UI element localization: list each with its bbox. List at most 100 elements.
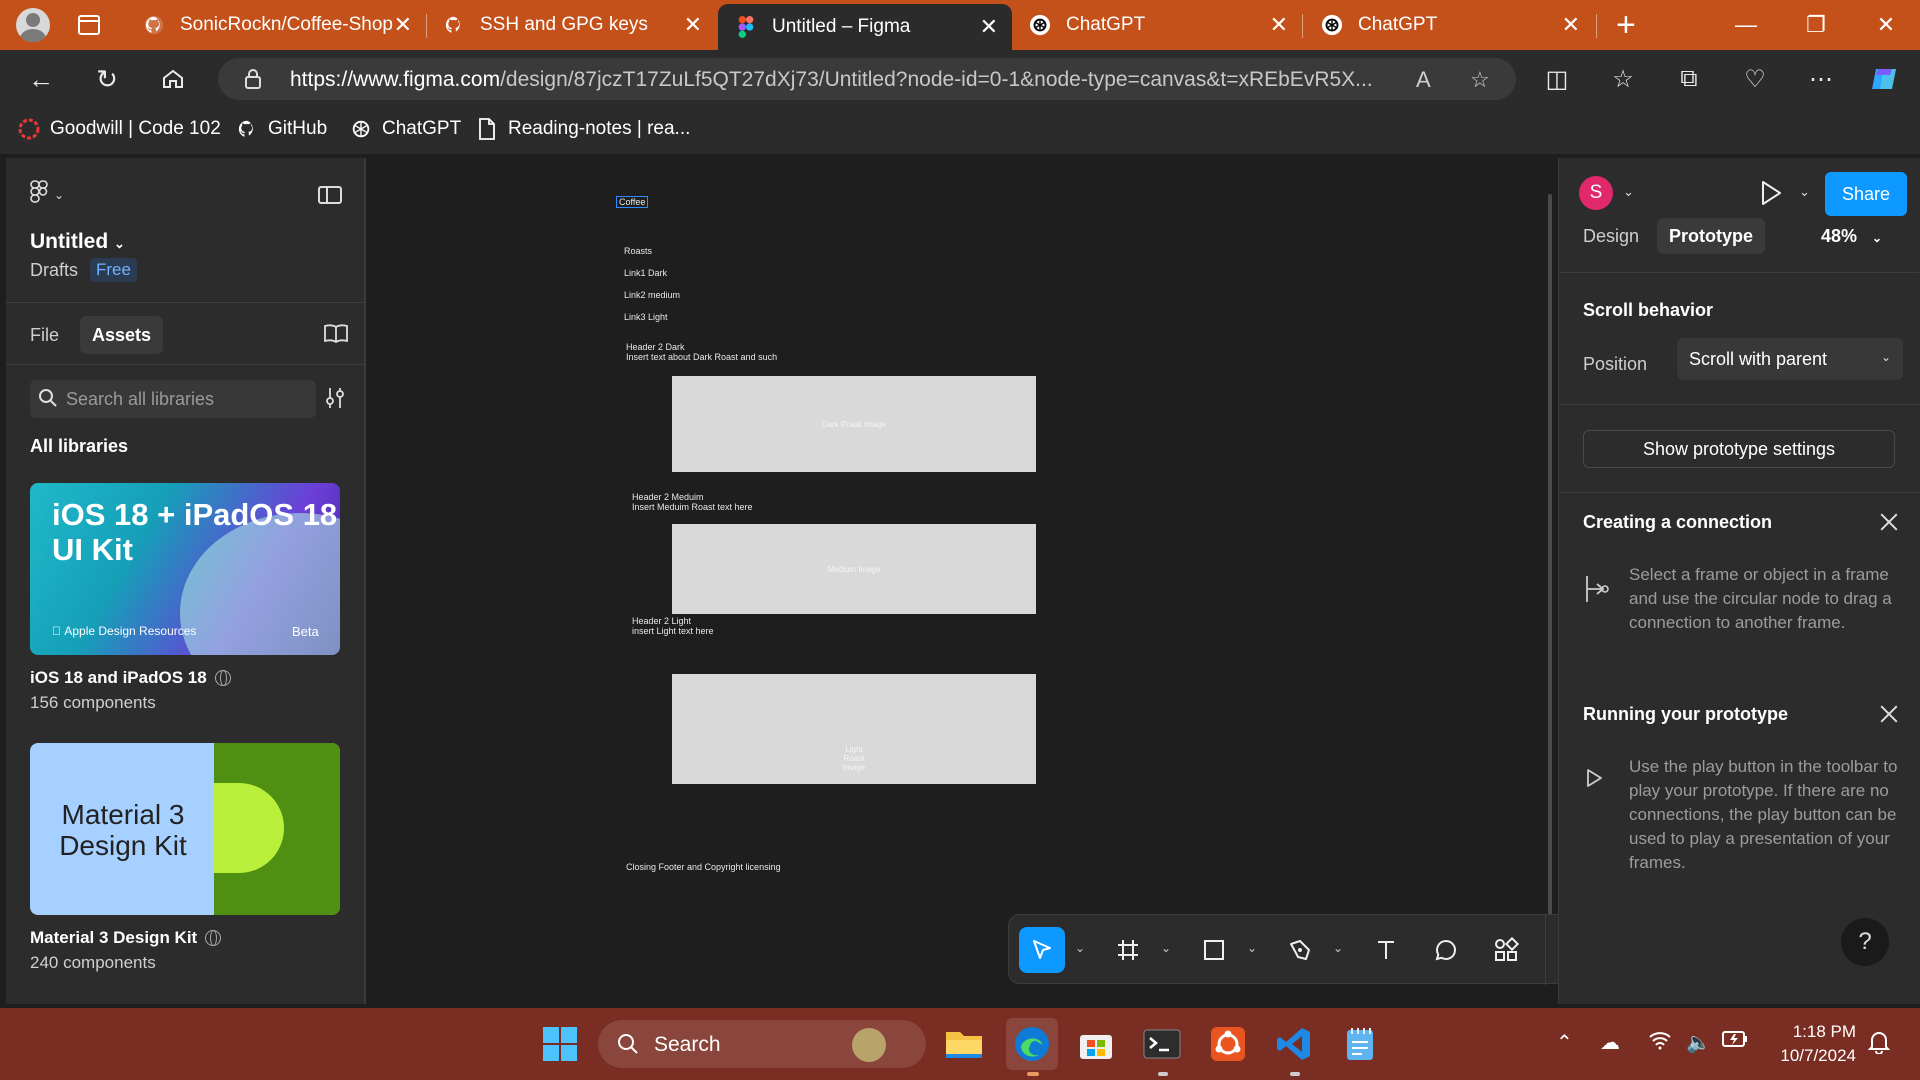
new-tab-plus-icon[interactable]: +: [1616, 6, 1636, 45]
position-select[interactable]: Scroll with parent ⌄: [1677, 338, 1903, 380]
user-avatar[interactable]: S: [1579, 176, 1613, 210]
section-text[interactable]: Insert text about Dark Roast and such: [626, 352, 777, 363]
url-text[interactable]: https://www.figma.com/design/87jczT17ZuL…: [290, 68, 1420, 92]
taskbar-search-input[interactable]: Search: [598, 1020, 926, 1068]
favorites-icon[interactable]: ☆: [1606, 62, 1640, 96]
browser-tab-coffee-shop[interactable]: SonicRockn/Coffee-Shop ✕: [126, 0, 426, 50]
design-canvas[interactable]: Coffee Roasts Link1 Dark Link2 medium Li…: [368, 158, 1640, 1004]
image-placeholder[interactable]: Dark Roast Image: [672, 376, 1036, 472]
browser-tab-chatgpt-2[interactable]: ChatGPT ✕: [1304, 0, 1594, 50]
section-text[interactable]: Insert Meduim Roast text here: [632, 502, 753, 513]
close-icon[interactable]: [1879, 512, 1899, 532]
footer-text[interactable]: Closing Footer and Copyright licensing: [626, 862, 781, 873]
canvas-scrollbar[interactable]: [1548, 194, 1552, 984]
close-tab-icon[interactable]: ✕: [1270, 12, 1288, 38]
lock-icon[interactable]: [244, 69, 262, 89]
frame-tool-icon[interactable]: [1105, 927, 1151, 973]
frame-title[interactable]: Coffee: [616, 196, 649, 208]
favorite-star-icon[interactable]: ☆: [1470, 67, 1490, 93]
bookmark-goodwill[interactable]: Goodwill | Code 102: [18, 118, 221, 140]
refresh-icon[interactable]: ↻: [90, 62, 124, 96]
library-search-input[interactable]: Search all libraries: [30, 380, 316, 418]
tab-design[interactable]: Design: [1571, 218, 1651, 254]
filter-sliders-icon[interactable]: [324, 386, 346, 410]
nav-text[interactable]: Link1 Dark: [624, 268, 667, 279]
restore-icon[interactable]: ❐: [1786, 0, 1846, 50]
vscode-icon[interactable]: [1272, 1022, 1316, 1066]
more-menu-icon[interactable]: ⋯: [1804, 62, 1838, 96]
split-screen-icon[interactable]: ◫: [1540, 62, 1574, 96]
image-placeholder[interactable]: Medium Image: [672, 524, 1036, 614]
panel-toggle-icon[interactable]: [318, 186, 342, 204]
tab-prototype[interactable]: Prototype: [1657, 218, 1766, 254]
browser-tab-chatgpt-1[interactable]: ChatGPT ✕: [1012, 0, 1302, 50]
pen-tool-icon[interactable]: [1277, 927, 1323, 973]
browser-tab-figma[interactable]: Untitled – Figma ✕: [718, 4, 1012, 50]
close-window-icon[interactable]: ✕: [1856, 0, 1916, 50]
bookmark-reading-notes[interactable]: Reading-notes | rea...: [476, 118, 690, 140]
windows-start-icon[interactable]: [538, 1022, 582, 1066]
bookmark-chatgpt[interactable]: ChatGPT: [350, 118, 461, 140]
notification-bell-icon[interactable]: [1867, 1030, 1891, 1060]
back-arrow-icon[interactable]: ←: [24, 62, 58, 96]
microsoft-store-icon[interactable]: [1074, 1022, 1118, 1066]
taskbar-clock[interactable]: 1:18 PM 10/7/2024: [1770, 1020, 1856, 1068]
chevron-down-icon[interactable]: ⌄: [1075, 941, 1085, 955]
actions-tool-icon[interactable]: [1483, 927, 1529, 973]
minimize-icon[interactable]: —: [1716, 0, 1776, 50]
terminal-icon[interactable]: [1140, 1022, 1184, 1066]
browser-essentials-icon[interactable]: ♡: [1738, 62, 1772, 96]
chevron-down-icon[interactable]: ⌄: [1247, 941, 1257, 955]
battery-icon[interactable]: [1722, 1030, 1748, 1054]
tab-assets[interactable]: Assets: [80, 316, 164, 354]
image-placeholder[interactable]: Light Roast Image: [672, 674, 1036, 784]
library-name[interactable]: Material 3 Design Kit: [30, 928, 222, 948]
move-tool-icon[interactable]: [1019, 927, 1065, 973]
volume-icon[interactable]: 🔈: [1686, 1030, 1711, 1055]
library-name[interactable]: iOS 18 and iPadOS 18: [30, 668, 231, 688]
ubuntu-icon[interactable]: [1206, 1022, 1250, 1066]
close-tab-icon[interactable]: ✕: [394, 12, 412, 38]
coffee-frame[interactable]: Coffee Roasts Link1 Dark Link2 medium Li…: [616, 196, 1056, 896]
chevron-down-icon[interactable]: ⌄: [1799, 184, 1810, 200]
show-prototype-settings-button[interactable]: Show prototype settings: [1583, 430, 1895, 468]
tab-file[interactable]: File: [18, 316, 71, 354]
close-tab-icon[interactable]: ✕: [684, 12, 702, 38]
browser-tab-ssh-keys[interactable]: SSH and GPG keys ✕: [426, 0, 716, 50]
home-icon[interactable]: [156, 62, 190, 96]
library-card-material[interactable]: Material 3 Design Kit: [30, 743, 340, 915]
section-text[interactable]: insert Light text here: [632, 626, 714, 637]
copilot-icon[interactable]: [1868, 62, 1902, 96]
chevron-up-icon[interactable]: ⌃: [1556, 1030, 1573, 1055]
comment-tool-icon[interactable]: [1423, 927, 1469, 973]
chevron-down-icon[interactable]: ⌄: [1333, 941, 1343, 955]
collections-icon[interactable]: ⧉: [1672, 62, 1706, 96]
nav-text[interactable]: Link2 medium: [624, 290, 680, 301]
main-menu-button[interactable]: ⌄: [30, 180, 64, 209]
bookmark-github[interactable]: GitHub: [236, 118, 327, 140]
tab-actions-icon[interactable]: [78, 15, 100, 35]
onedrive-icon[interactable]: ☁: [1600, 1030, 1620, 1055]
notepad-icon[interactable]: [1338, 1022, 1382, 1066]
file-explorer-icon[interactable]: [942, 1022, 986, 1066]
nav-text[interactable]: Link3 Light: [624, 312, 668, 323]
profile-avatar-icon[interactable]: [16, 8, 50, 42]
text-tool-icon[interactable]: [1363, 927, 1409, 973]
close-icon[interactable]: [1879, 704, 1899, 724]
close-tab-icon[interactable]: ✕: [980, 14, 998, 40]
chevron-down-icon[interactable]: ⌄: [1161, 941, 1171, 955]
present-play-icon[interactable]: [1759, 180, 1785, 206]
close-tab-icon[interactable]: ✕: [1562, 12, 1580, 38]
drafts-label[interactable]: Drafts: [30, 260, 78, 281]
library-book-icon[interactable]: [324, 324, 348, 344]
zoom-level[interactable]: 48% ⌄: [1821, 226, 1882, 247]
help-button[interactable]: ?: [1841, 918, 1889, 966]
library-card-ios[interactable]: iOS 18 + iPadOS 18 UI Kit  Apple Design…: [30, 483, 340, 655]
read-aloud-icon[interactable]: A: [1416, 67, 1431, 93]
share-button[interactable]: Share: [1825, 172, 1907, 216]
url-bar[interactable]: https://www.figma.com/design/87jczT17ZuL…: [218, 58, 1516, 100]
rectangle-tool-icon[interactable]: [1191, 927, 1237, 973]
file-title[interactable]: Untitled ⌄: [30, 230, 125, 254]
nav-text[interactable]: Roasts: [624, 246, 652, 257]
chevron-down-icon[interactable]: ⌄: [1623, 184, 1634, 200]
